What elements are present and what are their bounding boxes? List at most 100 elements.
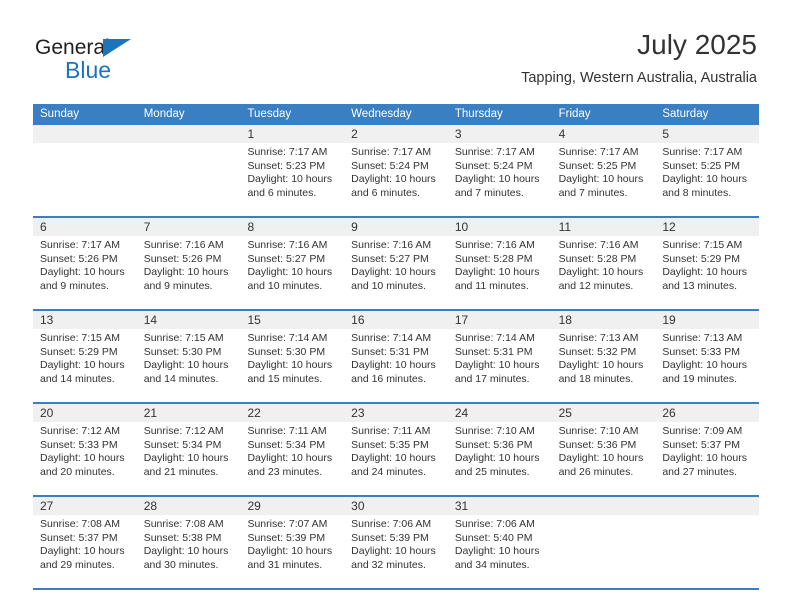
day-cell[interactable]: 16 Sunrise: 7:14 AM Sunset: 5:31 PM Dayl… [344, 311, 448, 402]
daylight-text-line1: Daylight: 10 hours [662, 173, 747, 186]
day-cell[interactable]: 31 Sunrise: 7:06 AM Sunset: 5:40 PM Dayl… [447, 497, 552, 588]
day-cell[interactable]: 4 Sunrise: 7:17 AM Sunset: 5:25 PM Dayli… [551, 125, 656, 216]
sunset-text: Sunset: 5:30 PM [247, 345, 326, 358]
day-number: 12 [662, 220, 676, 234]
day-cell[interactable]: 22 Sunrise: 7:11 AM Sunset: 5:34 PM Dayl… [240, 404, 345, 495]
day-cell[interactable]: 11 Sunrise: 7:16 AM Sunset: 5:28 PM Dayl… [551, 218, 656, 309]
day-cell[interactable]: 29 Sunrise: 7:07 AM Sunset: 5:39 PM Dayl… [240, 497, 345, 588]
day-cell[interactable] [33, 125, 137, 216]
brand-logo[interactable]: General Blue [35, 36, 215, 92]
day-number: 14 [143, 313, 158, 327]
day-number-band: 6 [33, 218, 137, 236]
day-cell[interactable]: 28 Sunrise: 7:08 AM Sunset: 5:38 PM Dayl… [136, 497, 241, 588]
weekday-header-thursday: Thursday [454, 108, 503, 120]
week-row: 1 Sunrise: 7:17 AM Sunset: 5:23 PM Dayli… [33, 125, 760, 218]
day-number: 2 [351, 127, 358, 141]
day-cell[interactable]: 5 Sunrise: 7:17 AM Sunset: 5:25 PM Dayli… [655, 125, 760, 216]
sunset-text: Sunset: 5:27 PM [247, 252, 326, 265]
day-number-band: 14 [136, 311, 241, 329]
weekday-header-row: Sunday Monday Tuesday Wednesday Thursday… [33, 104, 759, 125]
day-number: 1 [247, 127, 255, 141]
title-block: July 2025 Tapping, Western Australia, Au… [521, 28, 757, 88]
day-cell[interactable]: 26 Sunrise: 7:09 AM Sunset: 5:37 PM Dayl… [655, 404, 760, 495]
day-cell[interactable]: 18 Sunrise: 7:13 AM Sunset: 5:32 PM Dayl… [551, 311, 656, 402]
day-cell[interactable]: 3 Sunrise: 7:17 AM Sunset: 5:24 PM Dayli… [447, 125, 552, 216]
sunrise-text: Sunrise: 7:06 AM [351, 518, 432, 530]
sunrise-text: Sunrise: 7:10 AM [558, 425, 639, 437]
day-cell[interactable]: 17 Sunrise: 7:14 AM Sunset: 5:31 PM Dayl… [447, 311, 552, 402]
day-number-band: 5 [655, 125, 760, 143]
day-cell[interactable]: 10 Sunrise: 7:16 AM Sunset: 5:28 PM Dayl… [447, 218, 552, 309]
day-number-band: 28 [136, 497, 241, 515]
sunset-text: Sunset: 5:33 PM [662, 345, 740, 358]
day-info: Sunrise: 7:11 AM Sunset: 5:34 PM Dayligh… [240, 422, 344, 479]
daylight-text-line1: Daylight: 10 hours [662, 266, 747, 279]
daylight-text-line2: and 34 minutes. [454, 558, 530, 571]
day-cell[interactable]: 27 Sunrise: 7:08 AM Sunset: 5:37 PM Dayl… [33, 497, 137, 588]
page-subtitle: Tapping, Western Australia, Australia [521, 70, 757, 86]
day-cell[interactable]: 25 Sunrise: 7:10 AM Sunset: 5:36 PM Dayl… [551, 404, 656, 495]
sunrise-text: Sunrise: 7:06 AM [454, 518, 535, 530]
daylight-text-line1: Daylight: 10 hours [40, 359, 125, 372]
daylight-text-line2: and 31 minutes. [247, 558, 323, 571]
daylight-text-line2: and 25 minutes. [454, 465, 530, 478]
day-number: 22 [247, 406, 261, 420]
day-cell[interactable]: 14 Sunrise: 7:15 AM Sunset: 5:30 PM Dayl… [136, 311, 241, 402]
sunset-text: Sunset: 5:36 PM [454, 438, 533, 451]
day-cell[interactable]: 2 Sunrise: 7:17 AM Sunset: 5:24 PM Dayli… [344, 125, 448, 216]
day-number-band: 3 [447, 125, 552, 143]
day-cell[interactable]: 21 Sunrise: 7:12 AM Sunset: 5:34 PM Dayl… [136, 404, 241, 495]
day-cell[interactable] [655, 497, 760, 588]
day-cell[interactable]: 1 Sunrise: 7:17 AM Sunset: 5:23 PM Dayli… [240, 125, 345, 216]
day-cell[interactable]: 23 Sunrise: 7:11 AM Sunset: 5:35 PM Dayl… [344, 404, 448, 495]
calendar-grid: Sunday Monday Tuesday Wednesday Thursday… [33, 104, 760, 590]
sunrise-text: Sunrise: 7:16 AM [143, 239, 224, 251]
day-number-band: 7 [136, 218, 241, 236]
daylight-text-line2: and 16 minutes. [351, 372, 426, 385]
day-cell[interactable]: 20 Sunrise: 7:12 AM Sunset: 5:33 PM Dayl… [33, 404, 137, 495]
day-cell[interactable]: 15 Sunrise: 7:14 AM Sunset: 5:30 PM Dayl… [240, 311, 345, 402]
day-number: 28 [143, 499, 158, 513]
day-number-band: 25 [551, 404, 656, 422]
day-info [137, 143, 241, 146]
day-cell[interactable]: 6 Sunrise: 7:17 AM Sunset: 5:26 PM Dayli… [33, 218, 137, 309]
day-cell[interactable] [136, 125, 241, 216]
day-info: Sunrise: 7:12 AM Sunset: 5:34 PM Dayligh… [137, 422, 241, 479]
day-number: 15 [247, 313, 261, 327]
daylight-text-line2: and 20 minutes. [40, 465, 115, 478]
daylight-text-line2: and 7 minutes. [454, 186, 524, 199]
day-cell[interactable]: 12 Sunrise: 7:15 AM Sunset: 5:29 PM Dayl… [655, 218, 760, 309]
day-cell[interactable]: 24 Sunrise: 7:10 AM Sunset: 5:36 PM Dayl… [447, 404, 552, 495]
day-number-band: 29 [240, 497, 345, 515]
sunrise-text: Sunrise: 7:17 AM [40, 239, 120, 251]
day-cell[interactable]: 7 Sunrise: 7:16 AM Sunset: 5:26 PM Dayli… [136, 218, 241, 309]
day-number: 20 [40, 406, 54, 420]
daylight-text-line1: Daylight: 10 hours [247, 173, 333, 186]
day-cell[interactable]: 9 Sunrise: 7:16 AM Sunset: 5:27 PM Dayli… [344, 218, 448, 309]
day-number-band: 23 [344, 404, 448, 422]
day-cell[interactable]: 30 Sunrise: 7:06 AM Sunset: 5:39 PM Dayl… [344, 497, 448, 588]
sunset-text: Sunset: 5:39 PM [247, 531, 326, 544]
day-info: Sunrise: 7:13 AM Sunset: 5:32 PM Dayligh… [552, 329, 656, 386]
day-cell[interactable]: 19 Sunrise: 7:13 AM Sunset: 5:33 PM Dayl… [655, 311, 760, 402]
day-number-band: 15 [240, 311, 345, 329]
day-info: Sunrise: 7:16 AM Sunset: 5:26 PM Dayligh… [137, 236, 241, 293]
sunrise-text: Sunrise: 7:16 AM [247, 239, 328, 251]
day-info: Sunrise: 7:08 AM Sunset: 5:37 PM Dayligh… [33, 515, 137, 572]
day-number: 11 [558, 220, 572, 234]
day-cell[interactable] [551, 497, 656, 588]
day-cell[interactable]: 13 Sunrise: 7:15 AM Sunset: 5:29 PM Dayl… [33, 311, 137, 402]
day-number-band: 13 [33, 311, 137, 329]
sunrise-text: Sunrise: 7:14 AM [351, 332, 432, 344]
sunset-text: Sunset: 5:33 PM [40, 438, 118, 451]
day-number: 5 [662, 127, 669, 141]
sunset-text: Sunset: 5:31 PM [454, 345, 533, 358]
daylight-text-line1: Daylight: 10 hours [558, 452, 644, 465]
weekday-header-friday: Friday [558, 108, 591, 120]
daylight-text-line2: and 24 minutes. [351, 465, 426, 478]
day-number-band: 4 [551, 125, 656, 143]
page-title: July 2025 [637, 29, 757, 60]
daylight-text-line2: and 7 minutes. [558, 186, 628, 199]
daylight-text-line1: Daylight: 10 hours [558, 266, 644, 279]
day-cell[interactable]: 8 Sunrise: 7:16 AM Sunset: 5:27 PM Dayli… [240, 218, 345, 309]
